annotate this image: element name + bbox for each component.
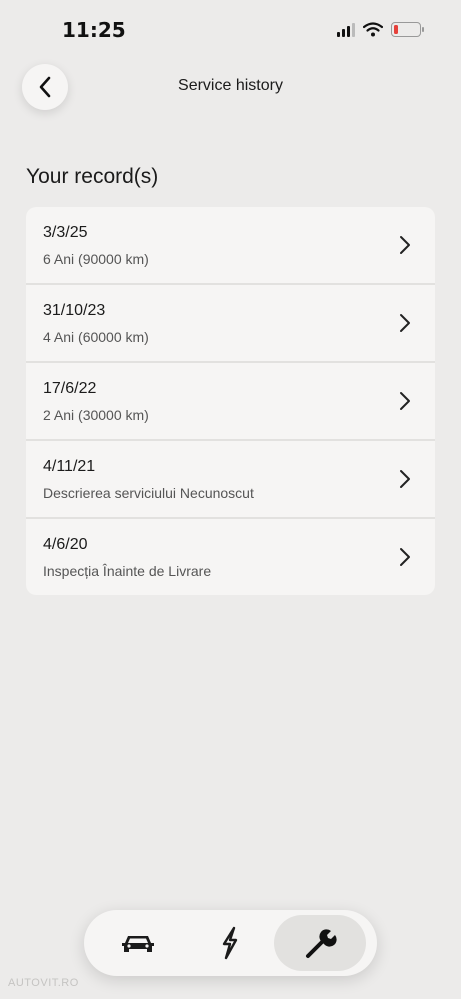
record-item[interactable]: 4/6/20 Inspecția Înainte de Livrare [26, 519, 435, 595]
record-item[interactable]: 4/11/21 Descrierea serviciului Necunoscu… [26, 441, 435, 517]
tab-charge[interactable] [184, 915, 276, 971]
cellular-signal-icon [337, 22, 355, 37]
records-list: 3/3/25 6 Ani (90000 km) 31/10/23 4 Ani (… [26, 207, 435, 595]
car-icon [122, 936, 154, 952]
record-item[interactable]: 31/10/23 4 Ani (60000 km) [26, 285, 435, 361]
battery-icon [391, 22, 424, 37]
record-item[interactable]: 3/3/25 6 Ani (90000 km) [26, 207, 435, 283]
record-description: Descrierea serviciului Necunoscut [43, 485, 254, 501]
record-date: 17/6/22 [43, 380, 97, 397]
record-date: 4/11/21 [43, 458, 96, 475]
page-title: Service history [178, 77, 283, 94]
record-item[interactable]: 17/6/22 2 Ani (30000 km) [26, 363, 435, 439]
record-description: Inspecția Înainte de Livrare [43, 563, 212, 579]
bottom-tab-bar [84, 910, 377, 976]
record-date: 31/10/23 [43, 302, 106, 319]
status-bar: 11:25 [0, 0, 461, 62]
tab-service[interactable] [274, 915, 366, 971]
record-description: 2 Ani (30000 km) [43, 407, 149, 423]
status-icons [337, 22, 424, 37]
record-description: 4 Ani (60000 km) [43, 329, 149, 345]
chevron-right-icon [400, 470, 410, 488]
status-time: 11:25 [62, 18, 126, 42]
record-date: 3/3/25 [43, 224, 88, 241]
chevron-right-icon [400, 548, 410, 566]
wrench-icon [306, 929, 337, 958]
wifi-icon [363, 22, 383, 37]
charge-icon [222, 926, 238, 960]
record-description: 6 Ani (90000 km) [43, 251, 149, 267]
chevron-right-icon [400, 236, 410, 254]
chevron-right-icon [400, 314, 410, 332]
chevron-right-icon [400, 392, 410, 410]
section-title: Your record(s) [26, 165, 159, 188]
tab-vehicle[interactable] [92, 915, 184, 971]
watermark: AUTOVIT.RO [8, 977, 79, 989]
record-date: 4/6/20 [43, 536, 88, 553]
